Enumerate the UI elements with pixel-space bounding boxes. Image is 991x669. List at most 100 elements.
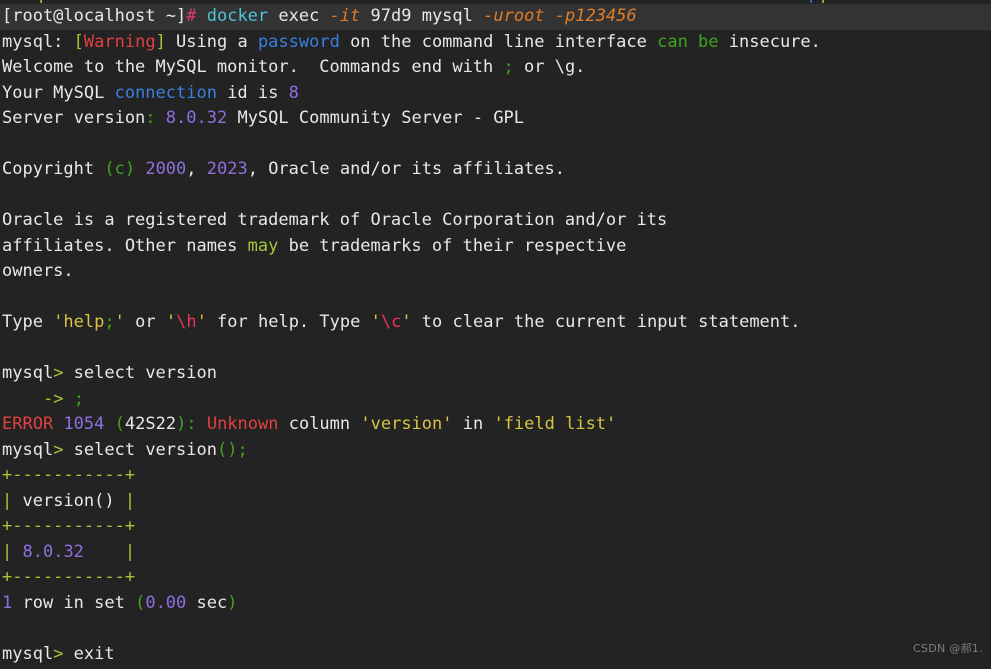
text-span: ] <box>155 31 166 52</box>
text-span: or \g. <box>513 57 586 77</box>
text-span: or <box>124 312 166 332</box>
text-span <box>545 6 555 26</box>
text-span: \h <box>176 312 197 332</box>
terminal-line-copyright: Copyright (c) 2000, 2023, Oracle and/or … <box>0 157 991 183</box>
terminal-line-blank-3 <box>0 285 991 311</box>
text-span: ' <box>196 312 207 332</box>
terminal-line-shell-prompt-docker-exec: [root@localhost ~]# docker exec -it 97d9… <box>0 4 991 30</box>
text-span <box>135 159 145 179</box>
text-span: Warning <box>83 31 156 52</box>
terminal-line-welcome-banner: Welcome to the MySQL monitor. Commands e… <box>0 55 991 81</box>
terminal-line-result-table-bottom-border: +-----------+ <box>0 565 991 591</box>
text-span: (c) <box>104 159 136 179</box>
terminal-line-trademark-line-2: affiliates. Other names may be trademark… <box>0 234 991 260</box>
text-span: 8.0.32 <box>165 108 228 128</box>
text-span: () <box>216 439 238 460</box>
text-span: , <box>186 159 207 179</box>
text-span: connection <box>114 82 217 103</box>
text-span <box>12 542 22 562</box>
text-span: ; <box>73 388 84 409</box>
text-span: select version <box>63 439 217 460</box>
text-span: Using a <box>165 31 258 52</box>
text-span: in <box>452 414 494 434</box>
terminal-line-result-table-top-border: +-----------+ <box>0 463 991 489</box>
text-span: | <box>124 490 136 511</box>
text-span: ) <box>176 414 187 434</box>
text-span: +-----------+ <box>2 465 136 485</box>
terminal-line-query-1-continuation: -> ; <box>0 387 991 413</box>
text-span: ' <box>401 312 412 332</box>
terminal-screen[interactable]: [root@localhost ~]# docker exec -it 97d9… <box>0 4 991 667</box>
text-span: for help. Type <box>206 312 371 332</box>
text-span: on the command line interface <box>339 31 658 52</box>
text-span: +-----------+ <box>2 567 136 587</box>
text-span: | <box>2 490 13 511</box>
text-span: : <box>186 414 197 434</box>
text-span: Copyright <box>2 159 105 179</box>
text-span <box>2 389 43 409</box>
terminal-line-trademark-line-3: owners. <box>0 259 991 285</box>
text-span: | <box>124 541 136 562</box>
text-span: password <box>257 31 340 52</box>
text-span: ' <box>165 312 177 332</box>
terminal-line-error-1054: ERROR 1054 (42S22): Unknown column 'vers… <box>0 412 991 438</box>
text-span: +-----------+ <box>2 516 136 536</box>
terminal-line-help-hint: Type 'help;' or '\h' for help. Type '\c'… <box>0 310 991 336</box>
text-span: [ <box>73 31 84 52</box>
text-span: mysql <box>2 643 54 664</box>
text-span: [root@localhost ~] <box>2 6 187 26</box>
text-span: 97d9 mysql <box>360 6 484 26</box>
text-span: -uroot <box>483 6 545 26</box>
text-span: 8.0.32 <box>22 541 84 562</box>
text-span: 'field list' <box>493 414 617 434</box>
terminal-line-connection-id: Your MySQL connection id is 8 <box>0 81 991 107</box>
text-span: Unknown <box>206 414 279 434</box>
text-span: column <box>278 414 361 434</box>
text-span: may <box>247 235 279 256</box>
text-span <box>104 414 114 434</box>
text-span: id is <box>216 82 289 103</box>
terminal-line-result-table-data-row: | 8.0.32 | <box>0 540 991 566</box>
text-span: 8 <box>288 82 299 103</box>
text-span: ; <box>104 312 115 332</box>
text-span: > <box>53 439 64 460</box>
text-span: mysql: <box>2 31 74 52</box>
text-span: exec <box>268 6 330 26</box>
text-span: > <box>53 363 64 383</box>
text-span: 1054 <box>63 414 105 434</box>
text-span: row in set <box>12 592 136 613</box>
text-span <box>84 542 125 562</box>
text-span: 2000 <box>145 159 187 179</box>
text-span: ( <box>114 414 125 434</box>
text-span: ; <box>503 57 514 77</box>
text-span: -p123456 <box>554 6 637 26</box>
text-span: 'help <box>53 312 105 332</box>
terminal-line-blank-4 <box>0 336 991 362</box>
terminal-line-result-table-header-row: | version() | <box>0 489 991 515</box>
terminal-line-blank-5 <box>0 616 991 642</box>
terminal-line-trademark-line-1: Oracle is a registered trademark of Orac… <box>0 208 991 234</box>
text-span <box>53 414 63 434</box>
text-span: -it <box>329 6 361 26</box>
text-span: docker <box>206 6 269 26</box>
terminal-window[interactable]: | | | [root@localhost ~]# docker exec -it … <box>0 0 991 669</box>
text-span: owners. <box>2 261 74 281</box>
text-span: 'version' <box>360 414 453 434</box>
text-span: version() <box>12 490 125 511</box>
text-span: mysql <box>2 439 54 460</box>
text-span: ( <box>135 592 146 613</box>
terminal-line-result-summary: 1 row in set (0.00 sec) <box>0 591 991 617</box>
terminal-line-blank-1 <box>0 132 991 158</box>
text-span: Your MySQL <box>2 82 115 103</box>
text-span <box>196 6 206 26</box>
text-span: | <box>2 541 13 562</box>
text-span: 2023 <box>206 159 248 179</box>
text-span: Type <box>2 312 54 332</box>
terminal-line-result-table-mid-border: +-----------+ <box>0 514 991 540</box>
text-span: exit <box>63 643 115 664</box>
terminal-line-mysql-warning-password: mysql: [Warning] Using a password on the… <box>0 30 991 56</box>
text-span: 0.00 <box>145 592 187 613</box>
text-span: ; <box>237 439 248 460</box>
text-span: # <box>186 6 197 26</box>
text-span: sec <box>186 592 228 613</box>
